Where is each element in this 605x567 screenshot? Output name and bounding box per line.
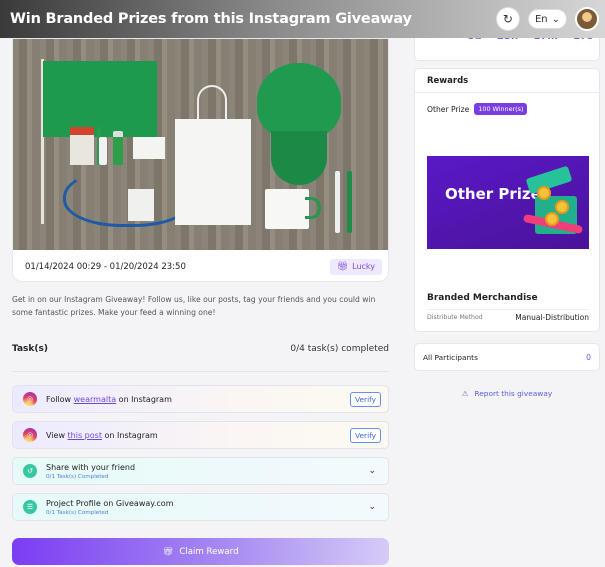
lighter-shape — [113, 131, 123, 165]
profile-icon: ☰ — [23, 500, 37, 514]
rewards-card: Rewards Other Prize 100 Winner(s) Other … — [414, 68, 600, 332]
header-actions: ↻ En ⌄ — [495, 7, 599, 31]
cap-shape — [257, 63, 341, 139]
task-title: Project Profile on Giveaway.com — [46, 498, 174, 508]
task-subtext: 0/1 Task(s) Completed — [46, 473, 109, 480]
paper-bag-shape — [175, 119, 251, 225]
language-select[interactable]: En ⌄ — [527, 9, 567, 29]
coin-icon — [555, 200, 569, 214]
coin-icon — [545, 212, 559, 226]
refresh-icon[interactable]: ↻ — [495, 7, 520, 31]
page-header: Win Branded Prizes from this Instagram G… — [0, 0, 605, 38]
giveaway-image — [13, 39, 388, 250]
task-follow-instagram[interactable]: ◎ Follow wearmalta on Instagram Verify — [12, 385, 389, 413]
vial-shape — [99, 137, 107, 165]
share-icon: ↺ — [23, 464, 37, 478]
tasks-progress: 0/4 task(s) completed — [290, 344, 389, 354]
pen-shape — [347, 171, 352, 233]
all-participants-button[interactable]: All Participants 0 — [414, 343, 600, 371]
task-subtext: 0/1 Task(s) Completed — [46, 509, 109, 516]
task-body: Share with your friend 0/1 Task(s) Compl… — [46, 463, 368, 480]
report-label: Report this giveaway — [474, 389, 553, 398]
avatar[interactable] — [575, 7, 599, 31]
chevron-down-icon: ⌄ — [551, 13, 560, 25]
mug-handle-shape — [305, 197, 321, 219]
verify-button[interactable]: Verify — [350, 391, 381, 407]
pen-shape — [335, 171, 340, 233]
status-badge: 🎁︎ Lucky — [329, 258, 382, 275]
task-link-wearmalta[interactable]: wearmalta — [74, 395, 116, 404]
winners-badge: 100 Winner(s) — [474, 103, 528, 115]
claim-reward-button[interactable]: 🎁︎ Claim Reward — [12, 538, 389, 565]
dist-label: Distribute Method — [427, 314, 483, 321]
gift-icon: 🎁︎ — [336, 261, 349, 272]
coin-icon — [537, 186, 551, 200]
chevron-down-icon[interactable]: ⌄ — [368, 502, 376, 512]
matchbox-shape — [70, 127, 94, 165]
participants-label: All Participants — [423, 352, 478, 362]
banner-text: Other Prize — [445, 185, 541, 203]
claim-reward-label: Claim Reward — [179, 546, 239, 557]
task-text: Follow wearmalta on Instagram — [46, 395, 350, 404]
instagram-icon: ◎ — [23, 428, 37, 442]
task-body: Follow wearmalta on Instagram — [46, 395, 350, 404]
verify-button[interactable]: Verify — [350, 427, 381, 443]
giveaway-card: 01/14/2024 00:29 - 01/20/2024 23:50 🎁︎ L… — [12, 38, 389, 282]
merch-title: Branded Merchandise — [427, 293, 538, 303]
task-suffix: on Instagram — [118, 394, 172, 404]
task-prefix: Follow — [46, 394, 72, 404]
task-suffix: on Instagram — [104, 430, 158, 440]
instagram-icon: ◎ — [23, 392, 37, 406]
dist-value: Manual-Distribution — [515, 313, 589, 322]
report-giveaway-link[interactable]: ⚠︎ Report this giveaway — [414, 389, 600, 398]
chevron-down-icon[interactable]: ⌄ — [368, 466, 376, 476]
distribution-row: Distribute Method Manual-Distribution — [427, 309, 589, 325]
giveaway-description: Get in on our Instagram Giveaway! Follow… — [12, 295, 376, 317]
flag-shape — [43, 61, 157, 137]
warning-icon: ⚠︎ — [461, 389, 469, 398]
task-view-post[interactable]: ◎ View this post on Instagram Verify — [12, 421, 389, 449]
cap-brim-shape — [271, 131, 327, 185]
prize-banner: Other Prize — [427, 156, 589, 249]
tasks-title: Task(s) — [12, 344, 48, 354]
card-shape — [133, 137, 165, 159]
prize-name: Other Prize — [427, 104, 470, 114]
prize-row: Other Prize 100 Winner(s) — [427, 103, 528, 115]
gift-icon: 🎁︎ — [162, 546, 174, 557]
task-text: View this post on Instagram — [46, 431, 350, 440]
badge-label: Lucky — [352, 262, 375, 271]
mug-shape — [265, 189, 309, 229]
task-body: View this post on Instagram — [46, 431, 350, 440]
task-project-profile[interactable]: ☰ Project Profile on Giveaway.com 0/1 Ta… — [12, 493, 389, 521]
page-title: Win Branded Prizes from this Instagram G… — [10, 11, 412, 27]
participants-count: 0 — [586, 352, 591, 362]
task-share-friend[interactable]: ↺ Share with your friend 0/1 Task(s) Com… — [12, 457, 389, 485]
date-range: 01/14/2024 00:29 - 01/20/2024 23:50 — [25, 261, 186, 272]
task-body: Project Profile on Giveaway.com 0/1 Task… — [46, 499, 368, 516]
badge-shape — [128, 189, 154, 221]
rewards-title: Rewards — [415, 69, 599, 93]
task-title: Share with your friend — [46, 462, 136, 472]
language-label: En — [534, 13, 548, 25]
task-prefix: View — [46, 430, 65, 440]
tasks-header: Task(s) 0/4 task(s) completed — [12, 342, 389, 356]
task-link-this-post[interactable]: this post — [68, 431, 102, 440]
date-row: 01/14/2024 00:29 - 01/20/2024 23:50 🎁︎ L… — [13, 250, 388, 281]
divider — [12, 371, 389, 372]
